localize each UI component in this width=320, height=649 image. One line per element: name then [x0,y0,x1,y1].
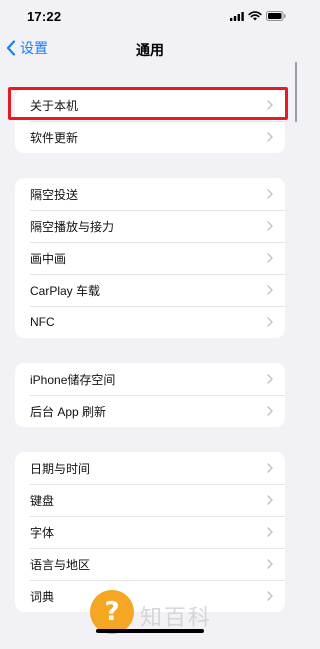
settings-row-fonts[interactable]: 字体 [15,516,285,548]
settings-row-carplay[interactable]: CarPlay 车载 [15,274,285,306]
row-label: iPhone储存空间 [30,372,116,387]
chevron-right-icon [267,495,273,505]
chevron-right-icon [267,189,273,199]
row-label: 后台 App 刷新 [30,404,107,419]
home-indicator[interactable] [96,629,204,633]
chevron-right-icon [267,285,273,295]
settings-row-nfc[interactable]: NFC [15,306,285,338]
watermark-text: 知百科 [140,605,213,630]
chevron-right-icon [267,132,273,142]
settings-row-picture-in-picture[interactable]: 画中画 [15,242,285,274]
chevron-right-icon [267,406,273,416]
page-title: 通用 [136,42,164,58]
row-label: 键盘 [30,493,55,508]
question-mark-icon: ? [90,590,134,634]
navigation-bar: 设置 通用 [0,30,300,66]
signal-icon [230,12,244,21]
row-label: 隔空播放与接力 [30,219,115,234]
chevron-right-icon [267,527,273,537]
settings-row-software-update[interactable]: 软件更新 [15,121,285,153]
row-label: 隔空投送 [30,187,79,202]
row-label: 字体 [30,525,55,540]
chevron-right-icon [267,374,273,384]
status-bar: 17:22 [0,0,300,30]
row-label: 词典 [30,589,55,604]
settings-row-language-region[interactable]: 语言与地区 [15,548,285,580]
chevron-right-icon [267,221,273,231]
settings-row-keyboard[interactable]: 键盘 [15,484,285,516]
settings-row-date-time[interactable]: 日期与时间 [15,452,285,484]
chevron-right-icon [267,559,273,569]
row-label: CarPlay 车载 [30,283,101,298]
chevron-right-icon [267,463,273,473]
row-label: NFC [30,315,55,329]
settings-row-airplay-handoff[interactable]: 隔空播放与接力 [15,210,285,242]
settings-group-locale: 日期与时间 键盘 字体 语言与地区 词典 [15,452,285,612]
highlight-annotation [8,87,288,120]
settings-group-connectivity: 隔空投送 隔空播放与接力 画中画 CarPlay 车载 NFC [15,178,285,338]
wifi-icon [248,11,262,21]
settings-group-storage: iPhone储存空间 后台 App 刷新 [15,363,285,427]
status-time: 17:22 [27,9,62,24]
chevron-right-icon [267,253,273,263]
row-label: 日期与时间 [30,461,91,476]
row-label: 语言与地区 [30,557,91,572]
settings-row-iphone-storage[interactable]: iPhone储存空间 [15,363,285,395]
row-label: 画中画 [30,251,67,266]
settings-row-airdrop[interactable]: 隔空投送 [15,178,285,210]
scroll-indicator[interactable] [295,62,297,122]
chevron-right-icon [267,317,273,327]
row-label: 软件更新 [30,130,79,145]
settings-row-background-refresh[interactable]: 后台 App 刷新 [15,395,285,427]
battery-icon [266,11,286,21]
